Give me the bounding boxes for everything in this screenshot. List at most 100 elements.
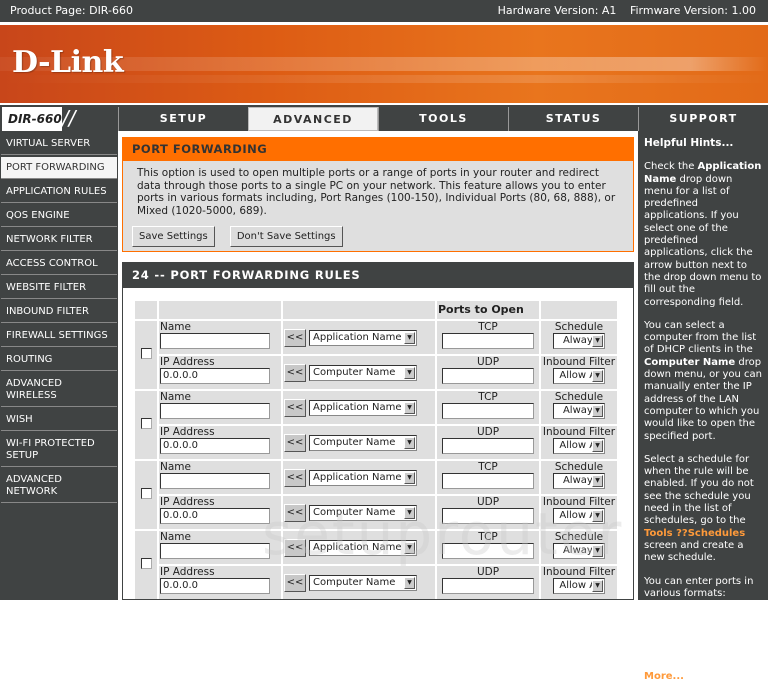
sidebar-item-firewall-settings[interactable]: FIREWALL SETTINGS (1, 325, 117, 347)
ip-address-input[interactable]: 0.0.0.0 (160, 438, 270, 454)
inbound-filter-select[interactable]: Allow All ▼ (553, 368, 605, 384)
application-name-select[interactable]: Application Name ▼ (309, 469, 417, 486)
computer-name-select[interactable]: Computer Name ▼ (309, 434, 417, 451)
schedule-label: Schedule (554, 321, 604, 333)
rule-name-input[interactable] (160, 473, 270, 489)
apply-computer-button[interactable]: << (284, 573, 306, 592)
tcp-cell: TCP (437, 461, 539, 494)
inbound-filter-label: Inbound Filter (542, 566, 616, 578)
udp-ports-input[interactable] (442, 578, 534, 594)
rule-name-input[interactable] (160, 543, 270, 559)
application-name-select[interactable]: Application Name ▼ (309, 329, 417, 346)
ip-address-input[interactable]: 0.0.0.0 (160, 578, 270, 594)
sidebar-item-wish[interactable]: WISH (1, 409, 117, 431)
dropdown-arrow-icon: ▼ (404, 506, 415, 519)
ip-address-input[interactable]: 0.0.0.0 (160, 508, 270, 524)
sidebar-item-inbound-filter[interactable]: INBOUND FILTER (1, 301, 117, 323)
udp-ports-input[interactable] (442, 438, 534, 454)
tcp-ports-input[interactable] (442, 543, 534, 559)
tab-support[interactable]: SUPPORT (638, 107, 768, 131)
rule-name-input[interactable] (160, 403, 270, 419)
application-name-select[interactable]: Application Name ▼ (309, 539, 417, 556)
computer-name-select[interactable]: Computer Name ▼ (309, 504, 417, 521)
header-cell (283, 301, 435, 319)
schedule-label: Schedule (554, 391, 604, 403)
tcp-ports-input[interactable] (442, 473, 534, 489)
sidebar-item-wifi-protected-setup[interactable]: WI-FI PROTECTED SETUP (1, 433, 117, 467)
rule-enable-checkbox[interactable] (140, 488, 152, 499)
sidebar-item-advanced-network[interactable]: ADVANCED NETWORK (1, 469, 117, 503)
name-cell: Name (159, 391, 281, 424)
dont-save-settings-button[interactable]: Don't Save Settings (229, 226, 343, 247)
tcp-ports-input[interactable] (442, 333, 534, 349)
apply-computer-button[interactable]: << (284, 433, 306, 452)
inbound-filter-select[interactable]: Allow All ▼ (553, 508, 605, 524)
tab-setup[interactable]: SETUP (118, 107, 248, 131)
inbound-filter-select[interactable]: Allow All ▼ (553, 438, 605, 454)
sidebar-item-routing[interactable]: ROUTING (1, 349, 117, 371)
tab-advanced[interactable]: ADVANCED (248, 107, 378, 131)
schedule-select[interactable]: Always ▼ (553, 333, 605, 349)
tcp-label: TCP (478, 531, 498, 543)
sidebar-item-virtual-server[interactable]: VIRTUAL SERVER (1, 133, 117, 155)
model-label: DIR-660 (2, 107, 62, 131)
udp-label: UDP (476, 426, 500, 438)
rule-enable-checkbox[interactable] (140, 418, 152, 429)
apply-computer-button[interactable]: << (284, 363, 306, 382)
dropdown-arrow-icon: ▼ (404, 366, 415, 379)
tools-schedules-link[interactable]: Tools ??Schedules (644, 528, 745, 539)
sidebar-item-network-filter[interactable]: NETWORK FILTER (1, 229, 117, 251)
tcp-ports-input[interactable] (442, 403, 534, 419)
ip-address-input[interactable]: 0.0.0.0 (160, 368, 270, 384)
select-value: Computer Name (313, 366, 396, 378)
schedule-cell: Schedule Always ▼ (541, 531, 617, 564)
header-cell (541, 301, 617, 319)
apply-application-button[interactable]: << (284, 398, 306, 417)
apply-application-button[interactable]: << (284, 538, 306, 557)
schedule-select[interactable]: Always ▼ (553, 473, 605, 489)
tab-status[interactable]: STATUS (508, 107, 638, 131)
name-cell: Name (159, 461, 281, 494)
application-name-select[interactable]: Application Name ▼ (309, 399, 417, 416)
sidebar-item-qos-engine[interactable]: QOS ENGINE (1, 205, 117, 227)
tcp-label: TCP (478, 461, 498, 473)
udp-ports-input[interactable] (442, 368, 534, 384)
ip-address-label: IP Address (160, 356, 215, 368)
dropdown-arrow-icon: ▼ (404, 576, 415, 589)
select-value: Application Name (313, 401, 402, 413)
rule-enable-checkbox[interactable] (140, 348, 152, 359)
apply-application-button[interactable]: << (284, 468, 306, 487)
save-settings-button[interactable]: Save Settings (132, 226, 215, 247)
schedule-cell: Schedule Always ▼ (541, 461, 617, 494)
section-title: PORT FORWARDING (123, 138, 633, 161)
sidebar-item-advanced-wireless[interactable]: ADVANCED WIRELESS (1, 373, 117, 407)
name-cell: Name (159, 531, 281, 564)
sidebar-item-website-filter[interactable]: WEBSITE FILTER (1, 277, 117, 299)
rule-enable-checkbox[interactable] (140, 558, 152, 569)
inbound-filter-select[interactable]: Allow All ▼ (553, 578, 605, 594)
apply-application-button[interactable]: << (284, 328, 306, 347)
sidebar-item-access-control[interactable]: ACCESS CONTROL (1, 253, 117, 275)
apply-computer-button[interactable]: << (284, 503, 306, 522)
rule-name-input[interactable] (160, 333, 270, 349)
format-range: Range (50-100) (644, 611, 723, 623)
name-cell: Name (159, 321, 281, 354)
udp-ports-input[interactable] (442, 508, 534, 524)
inbound-filter-label: Inbound Filter (542, 426, 616, 438)
tab-tools[interactable]: TOOLS (378, 107, 508, 131)
more-link[interactable]: More... (644, 671, 684, 682)
computer-name-select[interactable]: Computer Name ▼ (309, 574, 417, 591)
dropdown-arrow-icon: ▼ (592, 580, 603, 592)
schedule-select[interactable]: Always ▼ (553, 403, 605, 419)
slashes-decoration: // (62, 106, 76, 130)
enable-cell (135, 321, 157, 389)
helpful-hints-panel: Helpful Hints... Check the Application N… (636, 131, 768, 682)
sidebar-item-application-rules[interactable]: APPLICATION RULES (1, 181, 117, 203)
ip-cell: IP Address 0.0.0.0 (159, 496, 281, 529)
name-label: Name (160, 391, 191, 403)
sidebar-item-port-forwarding[interactable]: PORT FORWARDING (1, 157, 117, 179)
udp-cell: UDP (437, 426, 539, 459)
header-cell (159, 301, 281, 319)
schedule-select[interactable]: Always ▼ (553, 543, 605, 559)
computer-name-select[interactable]: Computer Name ▼ (309, 364, 417, 381)
